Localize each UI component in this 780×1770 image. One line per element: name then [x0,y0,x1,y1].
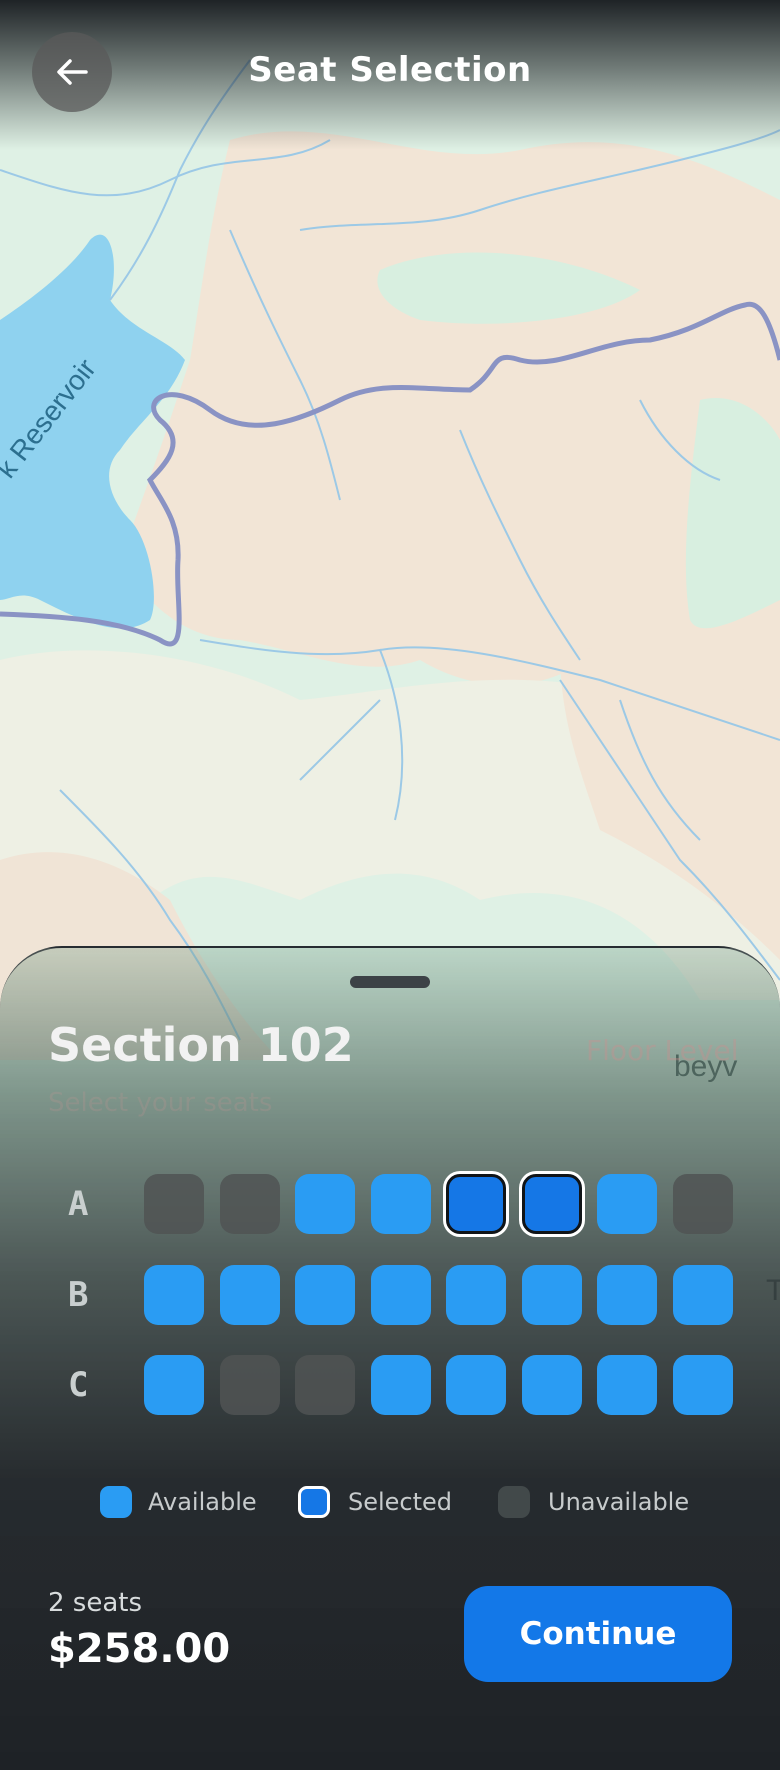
seat-c2-unavailable [219,1355,280,1415]
legend-available-swatch [100,1486,132,1518]
legend-unavailable-swatch [498,1486,530,1518]
seat-c4-available[interactable] [370,1355,431,1415]
seat-row-b: B [0,1265,780,1325]
seat-legend: Available Selected Unavailable [0,1486,780,1522]
seat-c3-unavailable [295,1355,355,1415]
sheet-drag-handle[interactable] [350,976,430,988]
top-bar: Seat Selection [0,0,780,150]
seat-b4-available[interactable] [370,1265,431,1325]
legend-available-label: Available [148,1488,257,1516]
legend-selected-swatch [298,1486,330,1518]
legend-selected-label: Selected [348,1488,453,1516]
seat-b5-available[interactable] [446,1265,506,1325]
seat-b2-available[interactable] [219,1265,280,1325]
seat-b8-available[interactable] [672,1265,733,1325]
seat-selection-sheet: Section 102 Floor Level Select your seat… [0,946,780,1770]
seat-b7-available[interactable] [597,1265,657,1325]
seat-a5-selected[interactable] [446,1174,506,1234]
seat-a8-unavailable [672,1174,733,1234]
seat-c1-available[interactable] [144,1355,204,1415]
map-terrain [685,398,780,629]
seat-a7-available[interactable] [597,1174,657,1234]
row-label: A [68,1184,89,1224]
page-title: Seat Selection [248,50,532,90]
seat-subtitle: Select your seats [48,1088,273,1118]
total-price: $258.00 [48,1626,231,1672]
seat-row-c: C [0,1355,780,1415]
section-title: Section 102 [48,1018,354,1072]
seat-a6-selected[interactable] [521,1174,582,1234]
seat-row-a: A [0,1174,780,1234]
continue-button[interactable]: Continue [464,1586,732,1682]
seat-count: 2 seats [48,1588,143,1618]
seat-a3-available[interactable] [295,1174,355,1234]
seat-c5-available[interactable] [446,1355,506,1415]
seat-a4-available[interactable] [370,1174,431,1234]
seat-c8-available[interactable] [672,1355,733,1415]
seat-c7-available[interactable] [597,1355,657,1415]
legend-unavailable-label: Unavailable [548,1488,690,1516]
seat-b6-available[interactable] [521,1265,582,1325]
seat-a1-unavailable [144,1174,204,1234]
seat-b3-available[interactable] [295,1265,355,1325]
floor-level-label: Floor Level [586,1034,739,1067]
seat-a2-unavailable [219,1174,280,1234]
seat-b1-available[interactable] [144,1265,204,1325]
row-label: B [68,1275,89,1315]
row-label: C [68,1365,89,1405]
seat-c6-available[interactable] [521,1355,582,1415]
